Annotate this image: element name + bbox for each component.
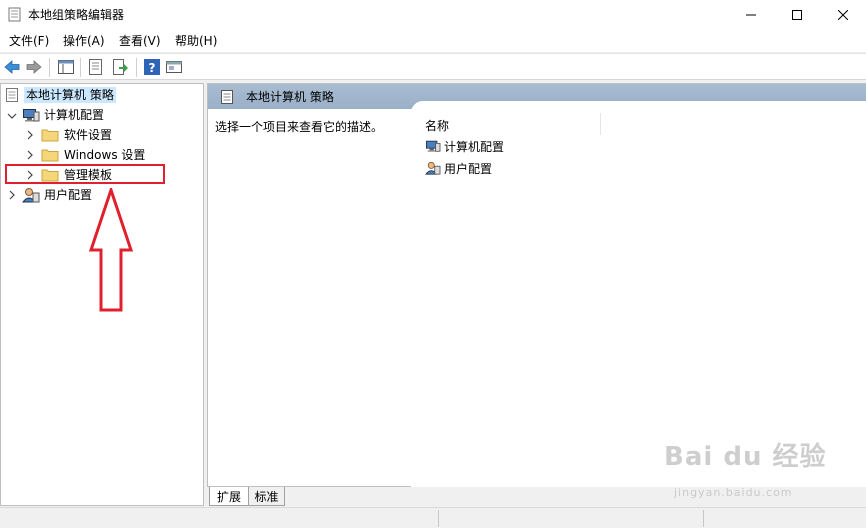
status-divider bbox=[438, 510, 439, 527]
menu-help[interactable]: 帮助(H) bbox=[175, 34, 217, 49]
tree-label: Windows 设置 bbox=[64, 147, 146, 162]
tree-item-computer-config[interactable]: 计算机配置 bbox=[22, 105, 104, 124]
user-icon bbox=[425, 161, 441, 175]
toolbar-separator bbox=[136, 58, 137, 77]
minimize-icon bbox=[746, 14, 756, 16]
list-item-label: 用户配置 bbox=[444, 161, 493, 176]
folder-icon bbox=[41, 129, 59, 141]
close-button[interactable] bbox=[820, 0, 866, 30]
item-list: 名称 计算机配置 用户配置 bbox=[411, 101, 866, 488]
menu-file[interactable]: 文件(F) bbox=[9, 34, 49, 49]
tree-item-root[interactable]: 本地计算机 策略 bbox=[4, 85, 116, 104]
toolbar-separator bbox=[80, 58, 81, 77]
tree-item-windows-settings[interactable]: Windows 设置 bbox=[41, 145, 145, 164]
toolbar-separator bbox=[49, 58, 50, 77]
svg-text:?: ? bbox=[149, 61, 156, 75]
policy-editor-icon bbox=[8, 7, 21, 22]
list-item-label: 计算机配置 bbox=[444, 139, 505, 154]
computer-icon bbox=[426, 140, 441, 152]
tree-label: 计算机配置 bbox=[44, 107, 105, 122]
column-divider[interactable] bbox=[600, 113, 601, 135]
minimize-button[interactable] bbox=[728, 0, 774, 30]
chevron-right-icon[interactable] bbox=[25, 130, 35, 140]
chevron-right-icon[interactable] bbox=[7, 190, 17, 200]
baidu-watermark: Bai du 经验 jingyan.baidu.com bbox=[664, 436, 827, 499]
description-text: 选择一个项目来查看它的描述。 bbox=[215, 120, 384, 134]
details-header-title: 本地计算机 策略 bbox=[246, 90, 334, 104]
chevron-down-icon[interactable] bbox=[7, 111, 17, 121]
policy-document-icon bbox=[221, 90, 233, 104]
user-icon bbox=[22, 187, 40, 202]
tab-standard[interactable]: 标准 bbox=[249, 487, 285, 506]
chevron-right-icon[interactable] bbox=[25, 150, 35, 160]
folder-icon bbox=[41, 149, 59, 161]
computer-icon bbox=[23, 108, 40, 121]
watermark-main: Bai du 经验 bbox=[664, 442, 827, 472]
status-bar bbox=[0, 507, 866, 528]
tab-extended[interactable]: 扩展 bbox=[209, 487, 249, 506]
annotation-highlight-box bbox=[5, 164, 165, 184]
policy-document-icon bbox=[6, 87, 18, 102]
close-icon bbox=[838, 10, 848, 20]
title-bar: 本地组策略编辑器 bbox=[0, 0, 866, 30]
tree-label: 用户配置 bbox=[44, 187, 93, 202]
menu-action[interactable]: 操作(A) bbox=[63, 34, 105, 49]
details-pane: 本地计算机 策略 选择一个项目来查看它的描述。 名称 计算机配置 用户配置 bbox=[207, 83, 866, 488]
list-item-computer-config[interactable]: 计算机配置 bbox=[425, 137, 504, 155]
console-icon[interactable] bbox=[165, 58, 183, 76]
maximize-icon bbox=[792, 10, 802, 20]
tree-item-user-config[interactable]: 用户配置 bbox=[22, 185, 92, 204]
tree-label: 软件设置 bbox=[64, 127, 113, 142]
forward-arrow-icon[interactable] bbox=[25, 58, 43, 76]
menu-view[interactable]: 查看(V) bbox=[119, 34, 161, 49]
show-hide-tree-icon[interactable] bbox=[57, 58, 75, 76]
back-arrow-icon[interactable] bbox=[3, 58, 21, 76]
window-title: 本地组策略编辑器 bbox=[28, 8, 125, 22]
help-icon[interactable]: ? bbox=[143, 58, 161, 76]
column-header-name[interactable]: 名称 bbox=[425, 117, 449, 134]
maximize-button[interactable] bbox=[774, 0, 820, 30]
properties-icon[interactable] bbox=[87, 58, 105, 76]
status-divider bbox=[703, 510, 704, 527]
export-list-icon[interactable] bbox=[111, 58, 129, 76]
menu-bar: 文件(F) 操作(A) 查看(V) 帮助(H) bbox=[0, 30, 866, 52]
toolbar: ? bbox=[0, 53, 866, 80]
watermark-sub: jingyan.baidu.com bbox=[674, 486, 793, 499]
tree-item-software-settings[interactable]: 软件设置 bbox=[41, 125, 112, 144]
list-item-user-config[interactable]: 用户配置 bbox=[425, 159, 492, 177]
annotation-up-arrow-icon bbox=[88, 188, 134, 312]
tree-root-label: 本地计算机 策略 bbox=[24, 86, 116, 103]
